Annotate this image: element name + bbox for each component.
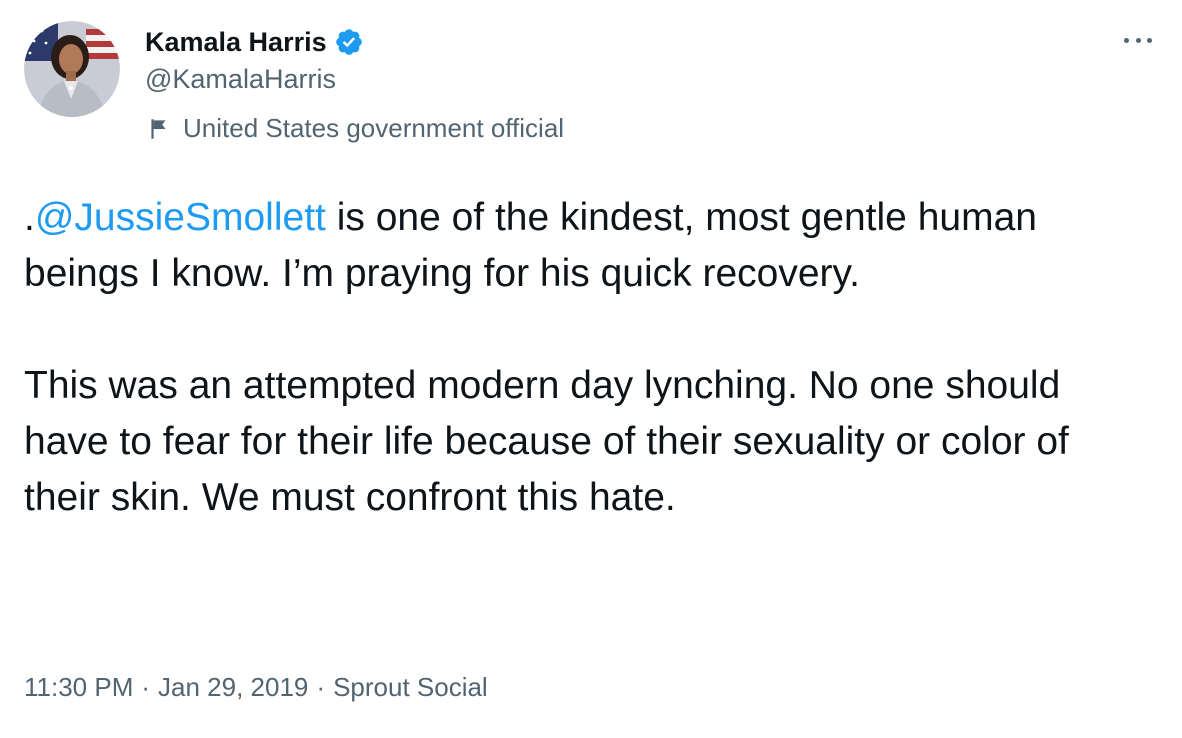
tweet-paragraph-1: .@JussieSmollett is one of the kindest, …	[24, 190, 1144, 302]
more-icon	[1124, 37, 1152, 43]
tweet-source[interactable]: Sprout Social	[333, 672, 488, 703]
verified-badge-icon	[334, 27, 364, 57]
name-row: Kamala Harris	[145, 24, 364, 60]
tweet-meta: 11:30 PM · Jan 29, 2019 · Sprout Social	[24, 672, 488, 703]
tweet-time[interactable]: 11:30 PM	[24, 672, 133, 703]
tweet: Kamala Harris @KamalaHarris United State…	[0, 0, 1182, 738]
tweet-paragraph-2: This was an attempted modern day lynchin…	[24, 364, 1069, 519]
tweet-prefix: .	[24, 196, 35, 239]
handle[interactable]: @KamalaHarris	[145, 64, 336, 95]
display-name[interactable]: Kamala Harris	[145, 27, 327, 58]
tweet-text: .@JussieSmollett is one of the kindest, …	[24, 190, 1144, 526]
more-options-button[interactable]	[1118, 24, 1158, 56]
government-label-text: United States government official	[183, 113, 565, 143]
government-label: United States government official	[146, 113, 564, 144]
avatar[interactable]	[24, 21, 120, 117]
tweet-date[interactable]: Jan 29, 2019	[158, 672, 308, 703]
flag-icon	[146, 116, 172, 142]
separator: ·	[316, 672, 326, 702]
separator: ·	[141, 672, 151, 702]
mention-link[interactable]: @JussieSmollett	[35, 196, 326, 239]
